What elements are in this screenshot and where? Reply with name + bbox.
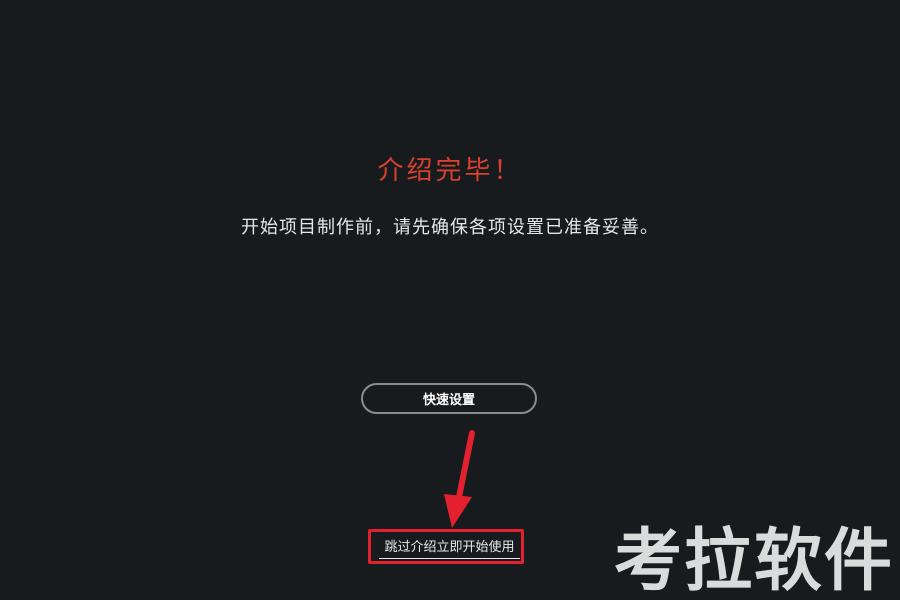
intro-complete-screen: 介绍完毕！ 开始项目制作前，请先确保各项设置已准备妥善。 快速设置 跳过介绍立即… [0, 0, 900, 600]
quick-setup-button[interactable]: 快速设置 [361, 383, 537, 414]
watermark-logo: 考拉软件 [613, 522, 894, 600]
annotation-arrow-icon [444, 430, 475, 528]
intro-message: 开始项目制作前，请先确保各项设置已准备妥善。 [241, 217, 659, 238]
skip-intro-link[interactable]: 跳过介绍立即开始使用 [379, 536, 520, 559]
page-title: 介绍完毕！ [377, 156, 523, 186]
